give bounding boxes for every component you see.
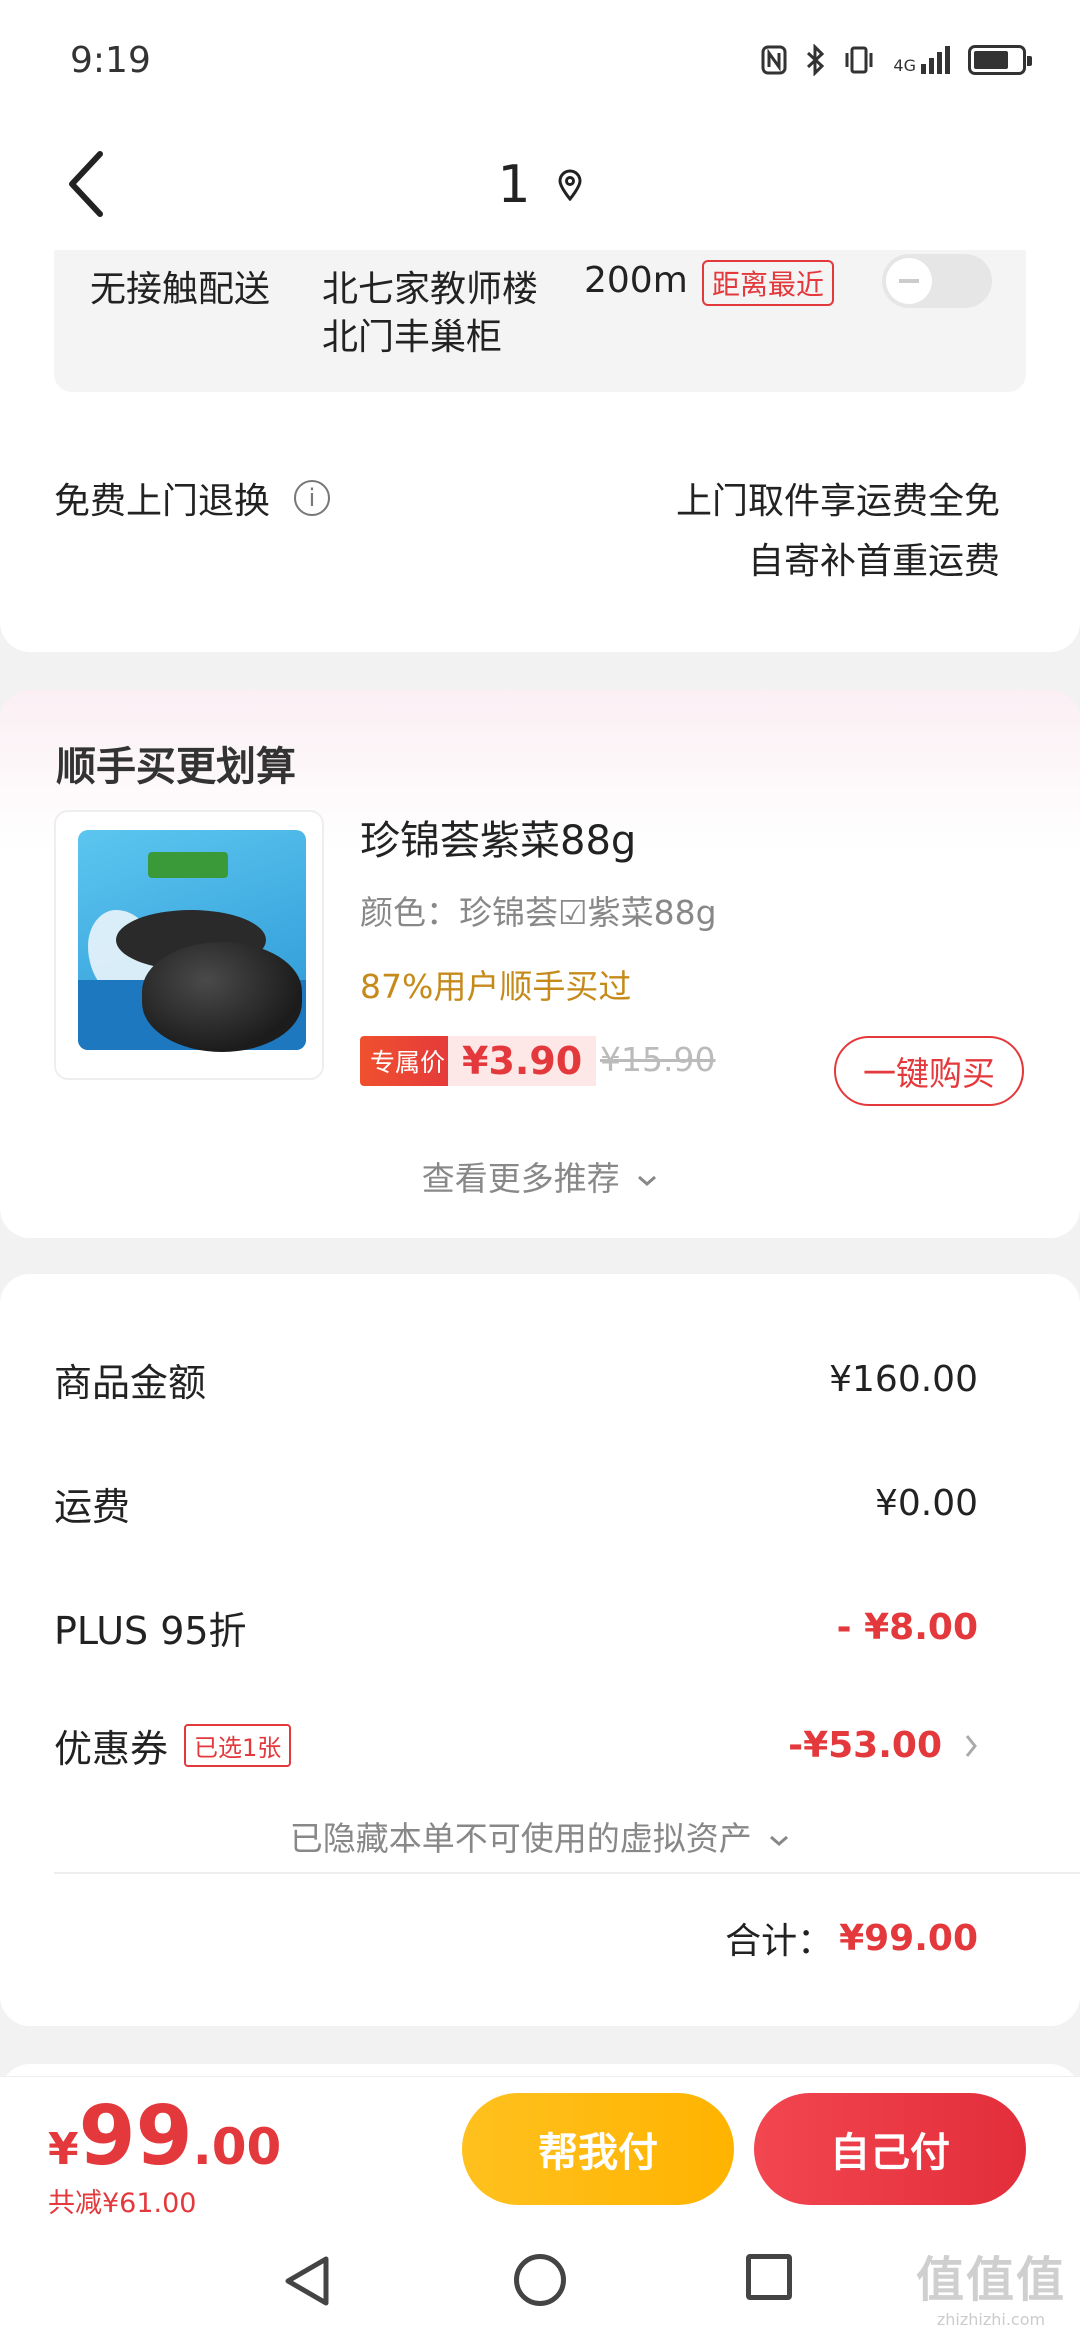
help-me-pay-button[interactable]: 帮我付 — [462, 2093, 734, 2205]
watermark-logo: 值值值 — [915, 2252, 1066, 2308]
bottom-pay-bar: ¥ 99 .00 共减¥61.00 帮我付 自己付 — [0, 2076, 1080, 2224]
coupon-value: -¥53.00 — [788, 1725, 942, 1766]
total-label: 合计： — [725, 1921, 834, 1962]
chevron-down-icon — [638, 1175, 657, 1186]
order-summary-card: 商品金额 ¥160.00 运费 ¥0.00 PLUS 95折 - ¥8.00 优… — [0, 1274, 1080, 2026]
summary-row-plus: PLUS 95折 - ¥8.00 — [54, 1600, 978, 1655]
nfc-icon — [761, 45, 787, 75]
product-price: ¥3.90 — [448, 1036, 597, 1086]
one-click-buy-button[interactable]: 一键购买 — [834, 1036, 1024, 1106]
contactless-toggle[interactable] — [882, 254, 992, 308]
social-proof: 87%用户顺手买过 — [360, 967, 632, 1006]
total-value: ¥99.00 — [839, 1917, 978, 1959]
nav-back-icon[interactable] — [282, 2254, 332, 2308]
pay-total-currency: ¥ — [48, 2124, 79, 2175]
toggle-knob — [886, 258, 932, 304]
coupon-label: 优惠券 — [54, 1727, 169, 1771]
nav-recent-icon[interactable] — [746, 2254, 792, 2300]
page-title[interactable]: 1 — [497, 155, 582, 215]
top-nav: 1 — [0, 120, 1080, 250]
total-saved: 共减¥61.00 — [48, 2188, 197, 2219]
free-return-label: 免费上门退换 — [54, 481, 271, 522]
goods-amount-label: 商品金额 — [54, 1361, 207, 1405]
plus-discount-value: - ¥8.00 — [836, 1607, 978, 1648]
signal-4g-icon: 4G — [893, 46, 950, 74]
summary-row-goods: 商品金额 ¥160.00 — [54, 1352, 978, 1407]
more-recommend-link[interactable]: 查看更多推荐 — [0, 1152, 1080, 1200]
pickup-distance: 200m — [584, 260, 688, 301]
pay-total-decimal: .00 — [192, 2118, 282, 2176]
page-title-text: 1 — [497, 155, 531, 215]
delivery-card: 无接触配送 北七家教师楼 北门丰巢柜 200m 距离最近 免费上门退换 i 上门… — [0, 250, 1080, 652]
status-icons: 4G — [761, 44, 1032, 76]
recommend-title: 顺手买更划算 — [56, 744, 296, 790]
vibrate-icon — [845, 46, 873, 74]
nearest-badge: 距离最近 — [702, 260, 835, 306]
status-bar: 9:19 4G — [0, 0, 1080, 120]
network-type-label: 4G — [893, 56, 916, 75]
summary-row-shipping: 运费 ¥0.00 — [54, 1476, 978, 1531]
chevron-right-icon — [965, 1734, 977, 1757]
product-name[interactable]: 珍锦荟紫菜88g — [360, 808, 636, 866]
pay-total: ¥ 99 .00 — [48, 2089, 281, 2184]
pay-total-integer: 99 — [78, 2089, 193, 2184]
shipping-label: 运费 — [54, 1485, 131, 1529]
info-icon[interactable]: i — [294, 480, 331, 516]
coupon-selected-badge: 已选1张 — [184, 1724, 292, 1767]
plus-discount-label: PLUS 95折 — [54, 1609, 247, 1653]
pickup-location-sub: 北门丰巢柜 — [322, 317, 503, 358]
contactless-label: 无接触配送 — [90, 269, 271, 310]
status-time: 9:19 — [70, 39, 151, 81]
more-recommend-label: 查看更多推荐 — [421, 1159, 620, 1198]
return-policy-line2: 自寄补首重运费 — [747, 541, 1000, 582]
shipping-value: ¥0.00 — [874, 1483, 978, 1524]
goods-amount-value: ¥160.00 — [829, 1359, 978, 1400]
return-policy: 上门取件享运费全免 自寄补首重运费 — [676, 472, 1000, 592]
system-nav-bar: 值值值 zhizhizhi.com — [0, 2224, 1080, 2340]
return-policy-line1: 上门取件享运费全免 — [675, 481, 1000, 522]
hidden-assets-label: 已隐藏本单不可使用的虚拟资产 — [289, 1819, 752, 1858]
battery-icon — [968, 45, 1032, 75]
pickup-location-name: 北七家教师楼 — [322, 269, 539, 310]
location-pin-icon — [558, 169, 582, 201]
self-pay-button[interactable]: 自己付 — [754, 2093, 1026, 2205]
contactless-delivery-box: 无接触配送 北七家教师楼 北门丰巢柜 200m 距离最近 — [54, 250, 1026, 392]
exclusive-price-tag: 专属价 — [360, 1036, 456, 1086]
bluetooth-icon — [807, 44, 825, 76]
watermark-domain: zhizhizhi.com — [936, 2310, 1046, 2329]
summary-row-coupon[interactable]: 优惠券 已选1张 -¥53.00 — [54, 1718, 978, 1773]
total-row: 合计： ¥99.00 — [725, 1912, 978, 1964]
divider — [54, 1872, 1080, 1874]
product-image[interactable] — [54, 810, 324, 1080]
nav-home-icon[interactable] — [514, 2254, 566, 2306]
free-return-row: 免费上门退换 i — [54, 472, 331, 524]
recommend-card: 顺手买更划算 珍锦荟紫菜88g 颜色：珍锦荟☑紫菜88g 87%用户顺手买过 专… — [0, 690, 1080, 1238]
watermark: 值值值 zhizhizhi.com — [916, 2240, 1066, 2329]
product-spec: 颜色：珍锦荟☑紫菜88g — [360, 893, 717, 932]
chevron-down-icon — [770, 1835, 789, 1846]
original-price: ¥15.90 — [600, 1040, 716, 1079]
hidden-assets-toggle[interactable]: 已隐藏本单不可使用的虚拟资产 — [0, 1812, 1080, 1860]
back-arrow-icon[interactable] — [56, 146, 116, 222]
